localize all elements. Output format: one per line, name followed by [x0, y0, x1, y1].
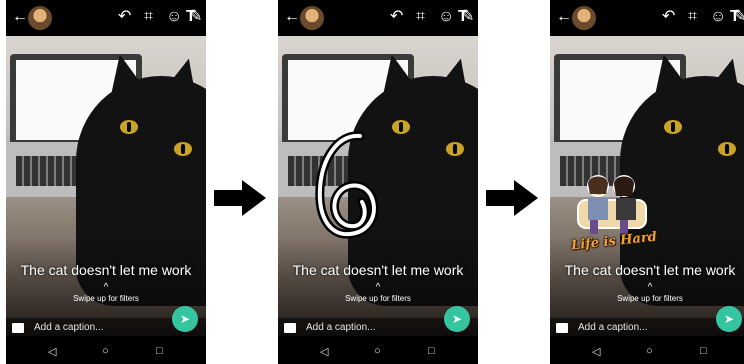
avatar	[300, 6, 324, 30]
cat-eye-right	[446, 142, 464, 156]
nav-home-icon[interactable]: ○	[102, 345, 109, 357]
gallery-icon[interactable]	[12, 323, 24, 333]
overlay-text[interactable]: The cat doesn't let me work	[278, 262, 478, 278]
crop-rotate-icon[interactable]: ⌗	[688, 8, 697, 26]
right-arrow-icon	[486, 180, 538, 216]
editor-toolbar: ← ↶ ⌗ ☺ T ✎	[6, 0, 206, 36]
send-button[interactable]: ➤	[716, 306, 742, 332]
cat-eye-right	[718, 142, 736, 156]
cat-eye-right	[174, 142, 192, 156]
avatar	[572, 6, 596, 30]
cat-eye-left	[120, 120, 138, 134]
pencil-icon[interactable]: ✎	[461, 8, 474, 26]
arrow-left-icon[interactable]: ←	[556, 8, 572, 26]
emoji-icon[interactable]: ☺	[438, 8, 454, 26]
swipe-hint: Swipe up for filters	[617, 294, 683, 303]
arrow-left-icon[interactable]: ←	[284, 8, 300, 26]
cat-ear-right	[705, 54, 744, 102]
crop-rotate-icon[interactable]: ⌗	[416, 8, 425, 26]
nav-home-icon[interactable]: ○	[646, 345, 653, 357]
pencil-icon[interactable]: ✎	[733, 8, 744, 26]
editor-toolbar: ← ↶ ⌗ ☺ T ✎	[278, 0, 478, 36]
emoji-icon[interactable]: ☺	[710, 8, 726, 26]
send-button[interactable]: ➤	[444, 306, 470, 332]
send-button[interactable]: ➤	[172, 306, 198, 332]
chevron-up-icon[interactable]: ^	[550, 282, 744, 293]
cat-eye-left	[664, 120, 682, 134]
chevron-up-icon[interactable]: ^	[6, 282, 206, 293]
overlay-text[interactable]: The cat doesn't let me work	[550, 262, 744, 278]
emoji-icon[interactable]: ☺	[166, 8, 182, 26]
chevron-up-icon[interactable]: ^	[278, 282, 478, 293]
hand-drawn-6-icon[interactable]	[308, 128, 388, 244]
nav-back-icon[interactable]: ◁	[48, 345, 56, 358]
phone-screen-original: ← ↶ ⌗ ☺ T ✎ The cat doesn't let me work …	[6, 0, 206, 364]
editor-toolbar: ← ↶ ⌗ ☺ T ✎	[550, 0, 744, 36]
phone-screen-drawing: ← ↶ ⌗ ☺ T ✎ The cat doesn't let me work …	[278, 0, 478, 364]
caption-input[interactable]: Add a caption...	[578, 322, 648, 333]
swipe-hint: Swipe up for filters	[345, 294, 411, 303]
cat-eye-left	[392, 120, 410, 134]
nav-recents-icon[interactable]: □	[156, 345, 163, 357]
nav-home-icon[interactable]: ○	[374, 345, 381, 357]
pencil-icon[interactable]: ✎	[189, 8, 202, 26]
nav-back-icon[interactable]: ◁	[320, 345, 328, 358]
avatar	[28, 6, 52, 30]
gallery-icon[interactable]	[284, 323, 296, 333]
gallery-icon[interactable]	[556, 323, 568, 333]
swipe-hint: Swipe up for filters	[73, 294, 139, 303]
nav-recents-icon[interactable]: □	[428, 345, 435, 357]
nav-recents-icon[interactable]: □	[700, 345, 707, 357]
crop-rotate-icon[interactable]: ⌗	[144, 8, 153, 26]
overlay-text[interactable]: The cat doesn't let me work	[6, 262, 206, 278]
right-arrow-icon	[214, 180, 266, 216]
undo-icon[interactable]: ↶	[118, 8, 131, 26]
nav-back-icon[interactable]: ◁	[592, 345, 600, 358]
arrow-left-icon[interactable]: ←	[12, 8, 28, 26]
undo-icon[interactable]: ↶	[390, 8, 403, 26]
caption-input[interactable]: Add a caption...	[306, 322, 376, 333]
undo-icon[interactable]: ↶	[662, 8, 675, 26]
caption-input[interactable]: Add a caption...	[34, 322, 104, 333]
